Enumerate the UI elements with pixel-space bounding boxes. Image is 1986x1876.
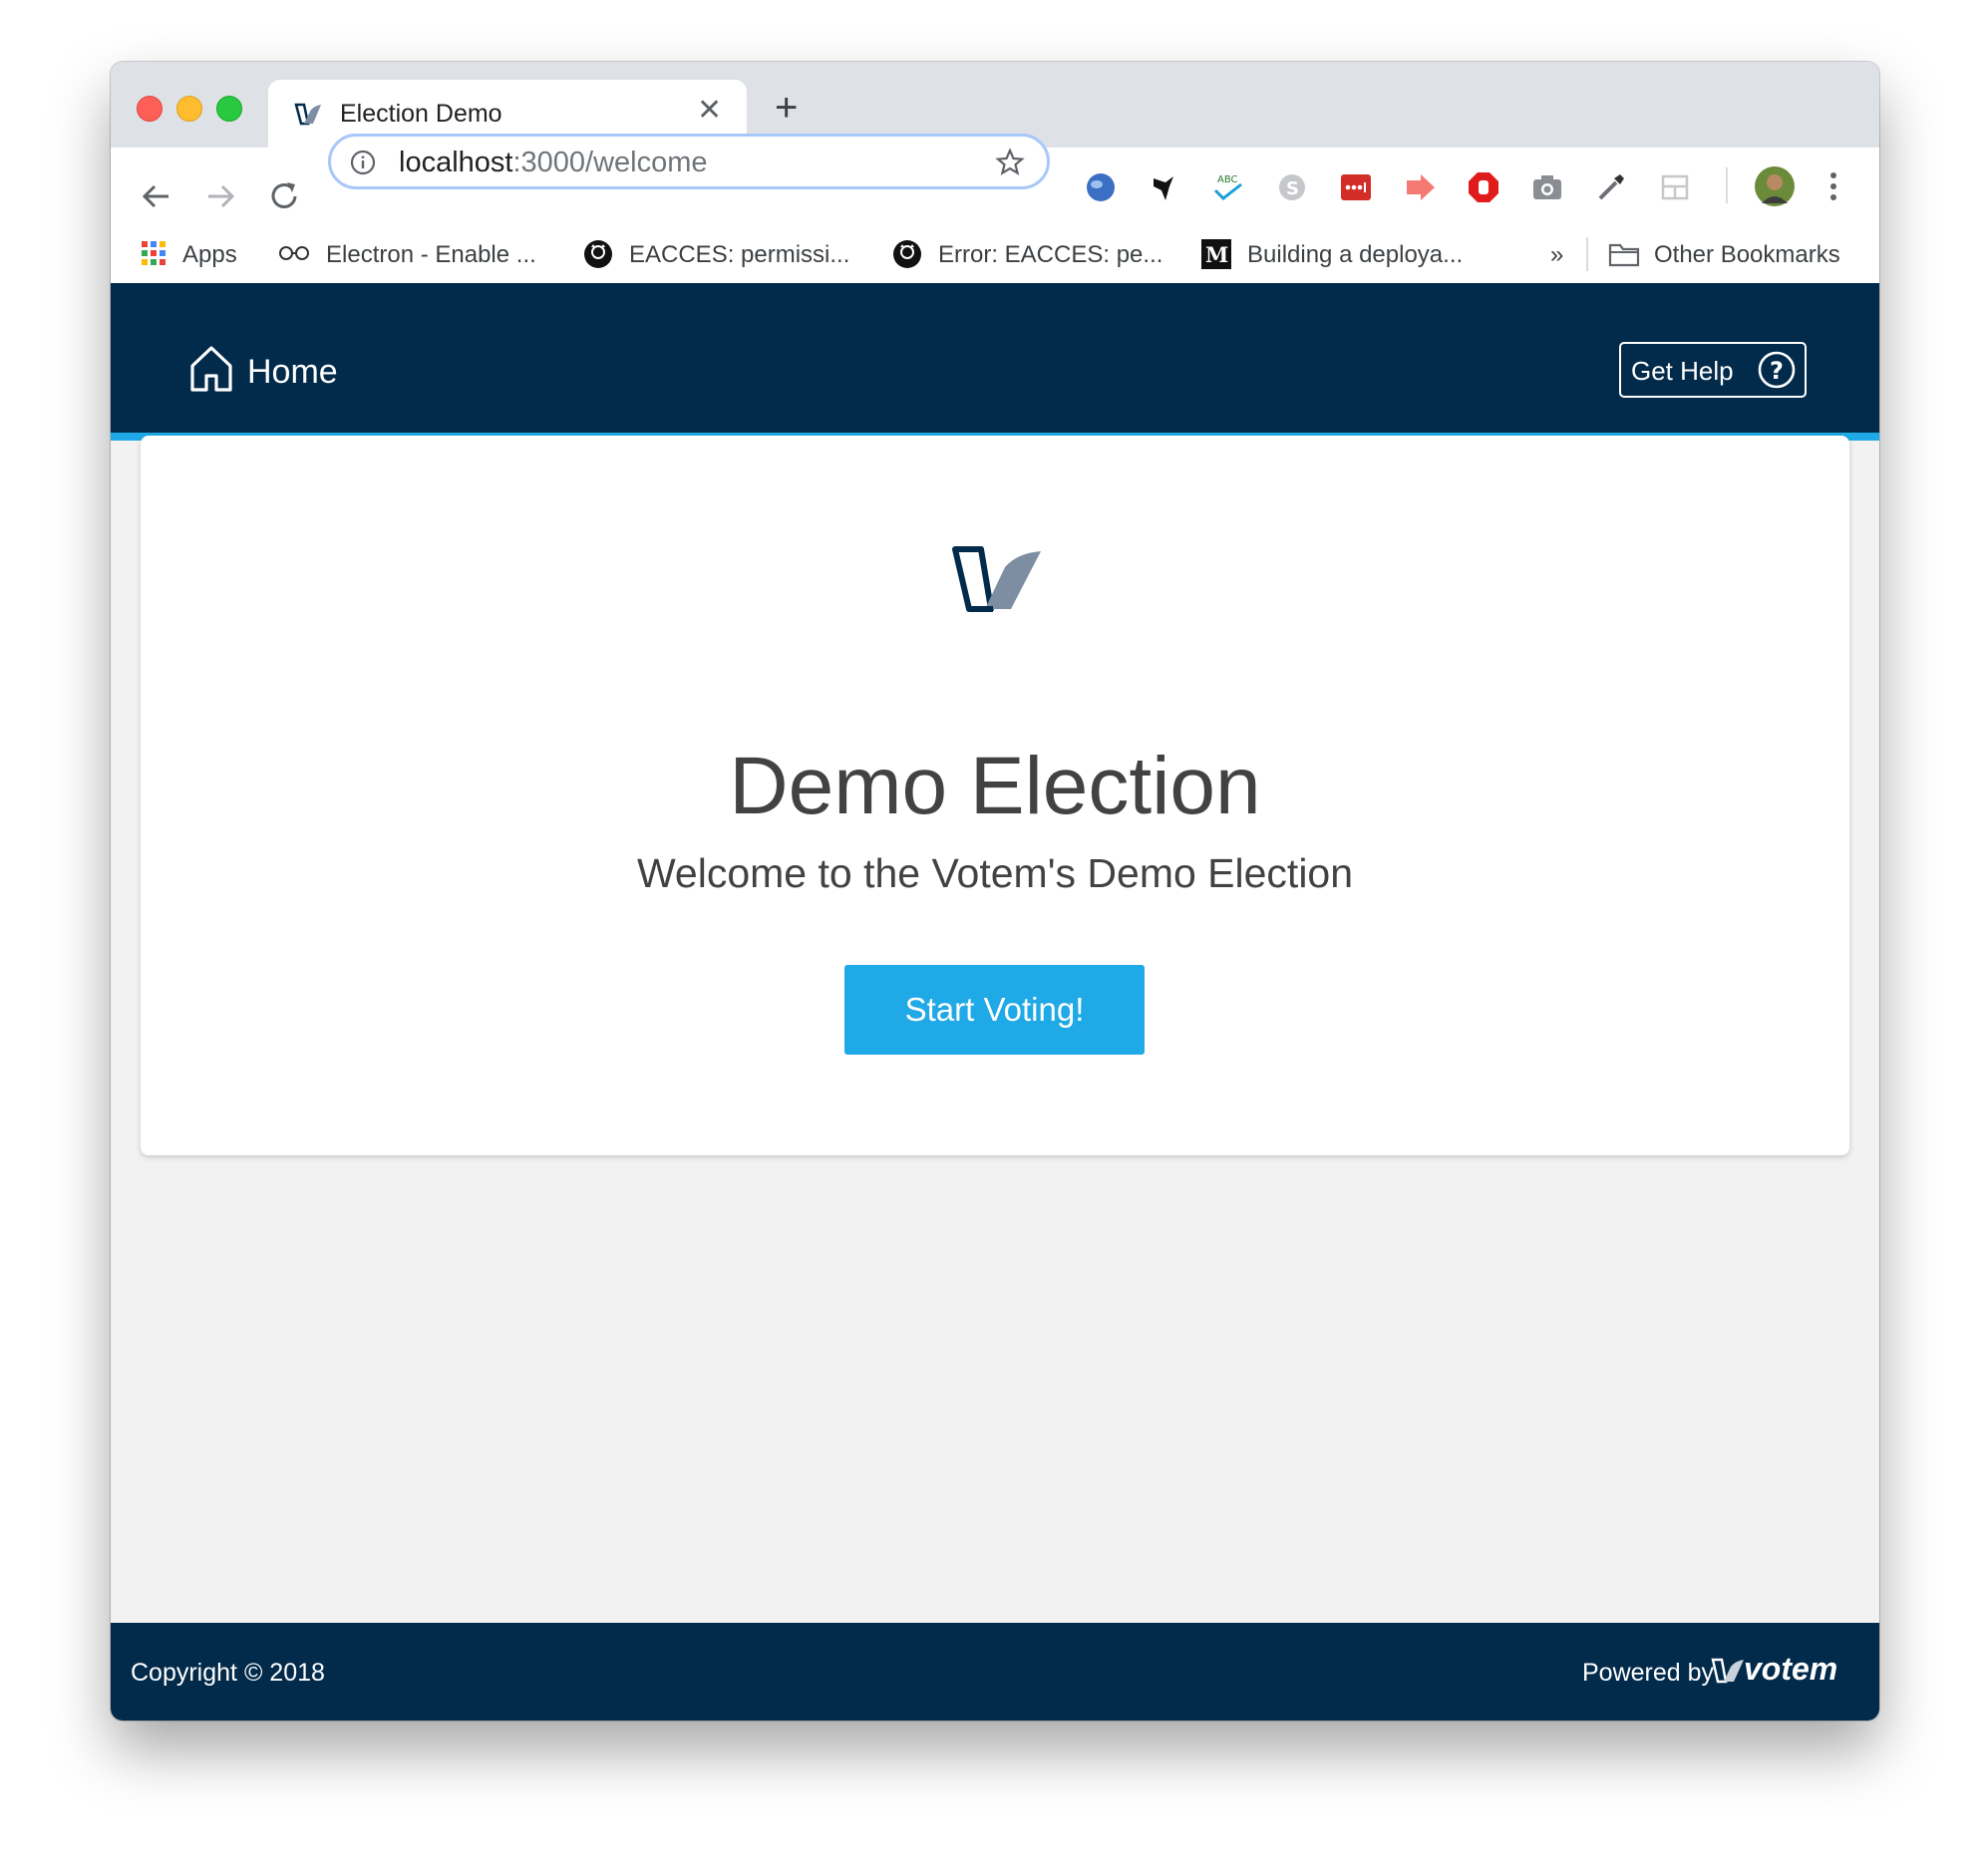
votem-logo-icon (952, 546, 1041, 612)
bird-icon[interactable] (1148, 170, 1181, 204)
medium-icon: M (1201, 239, 1231, 269)
bookmark-star-icon[interactable] (995, 148, 1025, 177)
url-host: localhost (399, 147, 513, 178)
home-icon[interactable] (188, 344, 234, 394)
browser-toolbar: localhost:3000/welcome ABC S Apps Electr… (111, 134, 1879, 284)
votem-footer-logo-icon (1711, 1658, 1744, 1684)
bookmark-eacces-2[interactable]: Error: EACCES: pe... (938, 241, 1162, 269)
layout-icon[interactable] (1658, 170, 1692, 204)
minimize-window-button[interactable] (176, 96, 202, 122)
glasses-icon (279, 246, 309, 260)
camera-icon[interactable] (1530, 170, 1564, 204)
profile-avatar[interactable] (1754, 165, 1796, 207)
skype-icon[interactable]: S (1275, 170, 1309, 204)
bookmark-electron[interactable]: Electron - Enable ... (326, 241, 536, 269)
eyedropper-icon[interactable] (1594, 170, 1628, 204)
maximize-window-button[interactable] (216, 96, 242, 122)
powered-by-text: Powered by (1582, 1659, 1715, 1687)
svg-text:ABC: ABC (1217, 174, 1238, 185)
app-footer: Copyright © 2018 Powered by votem (111, 1623, 1879, 1720)
stop-hand-icon[interactable] (1467, 170, 1500, 204)
globe-icon[interactable] (1084, 170, 1118, 204)
home-link[interactable]: Home (247, 353, 338, 392)
tab-close-icon[interactable]: ✕ (697, 96, 722, 126)
toolbar-divider (1726, 167, 1728, 203)
new-tab-button[interactable]: + (775, 88, 798, 128)
get-help-label: Get Help (1631, 356, 1734, 386)
arrow-ext-icon[interactable] (1403, 170, 1437, 204)
url-path: :3000/welcome (512, 147, 708, 178)
back-icon[interactable] (137, 176, 176, 216)
votem-brand: votem (1744, 1651, 1838, 1687)
bookmark-apps[interactable]: Apps (182, 241, 237, 269)
start-voting-button[interactable]: Start Voting! (844, 965, 1145, 1055)
page-title: Demo Election (729, 741, 1261, 831)
bookmark-other[interactable]: Other Bookmarks (1654, 241, 1840, 269)
app-header (111, 283, 1879, 433)
spellcheck-icon[interactable]: ABC (1211, 170, 1245, 204)
bookmark-building[interactable]: Building a deploya... (1247, 241, 1463, 269)
page-subtitle: Welcome to the Votem's Demo Election (636, 850, 1354, 896)
svg-text:S: S (1286, 178, 1299, 199)
welcome-card: Demo Election Welcome to the Votem's Dem… (141, 436, 1849, 1155)
svg-text:?: ? (1770, 357, 1784, 385)
bookmarks-divider (1586, 237, 1588, 271)
get-help-button[interactable]: Get Help ? (1619, 342, 1807, 398)
votem-favicon-icon (294, 103, 321, 126)
bookmarks-overflow-button[interactable]: » (1550, 241, 1563, 269)
svg-text:M: M (1205, 242, 1228, 267)
question-icon: ? (1758, 351, 1796, 389)
address-bar[interactable]: localhost:3000/welcome (328, 134, 1050, 189)
copyright-text: Copyright © 2018 (131, 1659, 325, 1687)
forward-icon[interactable] (200, 176, 240, 216)
bookmark-eacces-1[interactable]: EACCES: permissi... (629, 241, 849, 269)
github-icon (893, 240, 921, 268)
lastpass-icon[interactable] (1339, 170, 1373, 204)
url-text: localhost:3000/welcome (399, 147, 708, 179)
close-window-button[interactable] (137, 96, 163, 122)
reload-icon[interactable] (264, 176, 304, 216)
site-info-icon[interactable] (349, 149, 377, 176)
folder-icon (1608, 243, 1640, 267)
github-icon (584, 240, 612, 268)
tab-title: Election Demo (340, 100, 502, 128)
menu-kebab-icon[interactable] (1827, 169, 1839, 203)
browser-window: Election Demo ✕ + localhost:3000/welcome (111, 62, 1879, 1720)
apps-grid-icon (142, 241, 166, 265)
